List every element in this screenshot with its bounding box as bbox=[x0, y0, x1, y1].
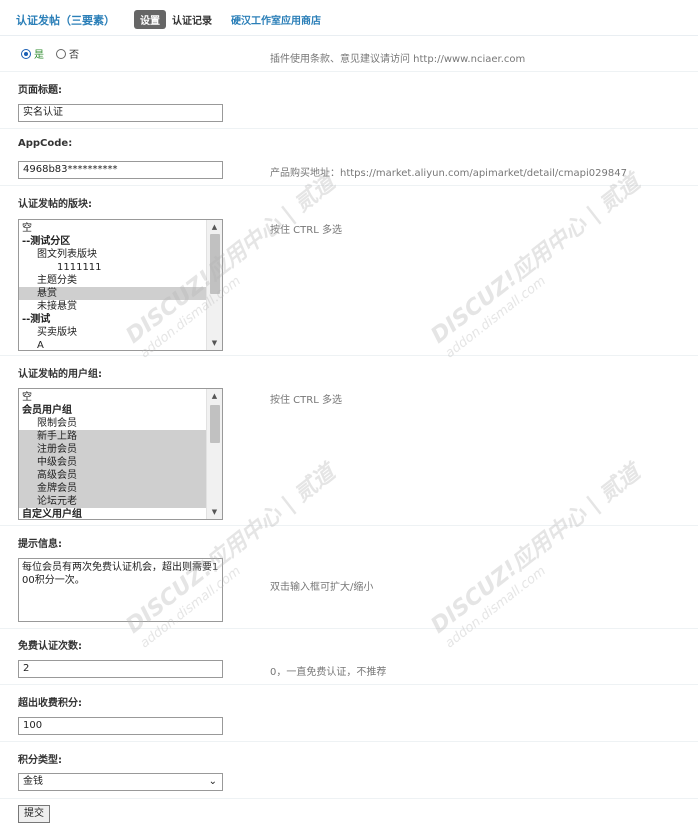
scroll-thumb[interactable] bbox=[210, 234, 220, 294]
list-option[interactable]: 新手上路 bbox=[19, 430, 206, 443]
enable-no-radio[interactable] bbox=[56, 48, 66, 59]
list-option[interactable]: 限制会员 bbox=[19, 417, 206, 430]
row-divider bbox=[0, 71, 698, 72]
tab-settings[interactable]: 设置 bbox=[134, 10, 166, 29]
enable-no-label[interactable]: 否 bbox=[69, 46, 79, 61]
row-divider bbox=[0, 355, 698, 356]
list-option[interactable]: 金牌会员 bbox=[19, 482, 206, 495]
plugin-title: 认证发帖（三要素） bbox=[16, 14, 115, 27]
free-count-hint: 0，一直免费认证，不推荐 bbox=[270, 667, 387, 678]
usergroups-listbox[interactable]: 空会员用户组 限制会员 新手上路 注册会员 中级会员 高级会员 金牌会员 论坛元老 自定义用户组… bbox=[18, 388, 223, 520]
row-divider bbox=[0, 684, 698, 685]
watermark: DISCUZ!应用中心 | 贰道 addon.dismall.com bbox=[423, 456, 655, 652]
list-option[interactable]: 空 bbox=[19, 391, 206, 404]
points-type-label: 积分类型: bbox=[18, 755, 62, 766]
extra-points-label: 超出收费积分: bbox=[18, 698, 82, 709]
tip-hint: 双击输入框可扩大/缩小 bbox=[270, 582, 374, 593]
scroll-down-icon[interactable]: ▼ bbox=[207, 505, 222, 519]
row-divider bbox=[0, 525, 698, 526]
usergroups-scrollbar[interactable]: ▲ ▼ bbox=[206, 389, 222, 519]
watermark-line1: DISCUZ!应用中心 | 贰道 bbox=[426, 170, 645, 349]
scroll-up-icon[interactable]: ▲ bbox=[207, 389, 222, 403]
watermark: DISCUZ!应用中心 | 贰道 addon.dismall.com bbox=[423, 166, 655, 362]
list-option[interactable]: 中级会员 bbox=[19, 456, 206, 469]
enable-radio-group: 是 否 bbox=[21, 46, 79, 61]
tab-app-store[interactable]: 硬汉工作室应用商店 bbox=[231, 12, 321, 27]
appcode-hint: 产品购买地址：https://market.aliyun.com/apimark… bbox=[270, 168, 627, 179]
terms-hint: 插件使用条款、意见建议请访问 http://www.nciaer.com bbox=[270, 54, 526, 65]
points-type-select[interactable]: 金钱 ⌄ bbox=[18, 773, 223, 791]
extra-points-input[interactable]: 100 bbox=[18, 717, 223, 735]
appcode-input[interactable]: 4968b83********** bbox=[18, 161, 223, 179]
enable-yes-radio[interactable] bbox=[21, 48, 31, 59]
list-option[interactable]: --测试分区 bbox=[19, 235, 206, 248]
appcode-label: AppCode: bbox=[18, 138, 73, 149]
row-divider bbox=[0, 185, 698, 186]
top-tab-bar: 认证发帖（三要素） 设置 认证记录 硬汉工作室应用商店 bbox=[0, 0, 698, 36]
scroll-up-icon[interactable]: ▲ bbox=[207, 220, 222, 234]
list-option[interactable]: A bbox=[19, 339, 206, 350]
list-option[interactable]: 未接悬赏 bbox=[19, 300, 206, 313]
tip-label: 提示信息: bbox=[18, 539, 62, 550]
tab-auth-records[interactable]: 认证记录 bbox=[172, 12, 212, 27]
points-type-value: 金钱 bbox=[23, 776, 43, 787]
list-option[interactable]: 高级会员 bbox=[19, 469, 206, 482]
list-option[interactable]: 论坛元老 bbox=[19, 495, 206, 508]
chevron-down-icon: ⌄ bbox=[208, 776, 217, 787]
list-option[interactable]: 会员用户组 bbox=[19, 404, 206, 417]
free-count-input[interactable]: 2 bbox=[18, 660, 223, 678]
watermark-line2: addon.dismall.com bbox=[442, 273, 549, 362]
forums-hint: 按住 CTRL 多选 bbox=[270, 225, 342, 236]
submit-button[interactable]: 提交 bbox=[18, 805, 50, 823]
list-option[interactable]: 自定义用户组 bbox=[19, 508, 206, 519]
row-divider bbox=[0, 741, 698, 742]
list-option[interactable]: 悬赏 bbox=[19, 287, 206, 300]
list-option[interactable]: --测试 bbox=[19, 313, 206, 326]
forums-label: 认证发帖的版块: bbox=[18, 199, 92, 210]
list-option[interactable]: 注册会员 bbox=[19, 443, 206, 456]
list-option[interactable]: 买卖版块 bbox=[19, 326, 206, 339]
list-option[interactable]: 1111111 bbox=[19, 261, 206, 274]
list-option[interactable]: 图文列表版块 bbox=[19, 248, 206, 261]
page-title-input[interactable]: 实名认证 bbox=[18, 104, 223, 122]
usergroups-options: 空会员用户组 限制会员 新手上路 注册会员 中级会员 高级会员 金牌会员 论坛元老 自定义用户组 bbox=[19, 389, 206, 519]
row-divider bbox=[0, 628, 698, 629]
forums-listbox[interactable]: 空 --测试分区 图文列表版块 1111111 主题分类 悬赏 未接悬赏 --测试 买卖版块 A … bbox=[18, 219, 223, 351]
row-divider bbox=[0, 128, 698, 129]
free-count-label: 免费认证次数: bbox=[18, 641, 82, 652]
list-option[interactable]: 主题分类 bbox=[19, 274, 206, 287]
usergroups-label: 认证发帖的用户组: bbox=[18, 369, 102, 380]
forums-scrollbar[interactable]: ▲ ▼ bbox=[206, 220, 222, 350]
enable-yes-label[interactable]: 是 bbox=[34, 46, 44, 61]
forums-options: 空 --测试分区 图文列表版块 1111111 主题分类 悬赏 未接悬赏 --测试 买卖版块 A bbox=[19, 220, 206, 350]
scroll-thumb[interactable] bbox=[210, 405, 220, 443]
row-divider bbox=[0, 798, 698, 799]
scroll-down-icon[interactable]: ▼ bbox=[207, 336, 222, 350]
list-option[interactable]: 空 bbox=[19, 222, 206, 235]
tip-textarea[interactable]: 每位会员有两次免费认证机会，超出则需要100积分一次。 bbox=[18, 558, 223, 622]
watermark-line1: DISCUZ!应用中心 | 贰道 bbox=[426, 460, 645, 639]
page-title-label: 页面标题: bbox=[18, 85, 62, 96]
watermark-line2: addon.dismall.com bbox=[442, 563, 549, 652]
usergroups-hint: 按住 CTRL 多选 bbox=[270, 395, 342, 406]
